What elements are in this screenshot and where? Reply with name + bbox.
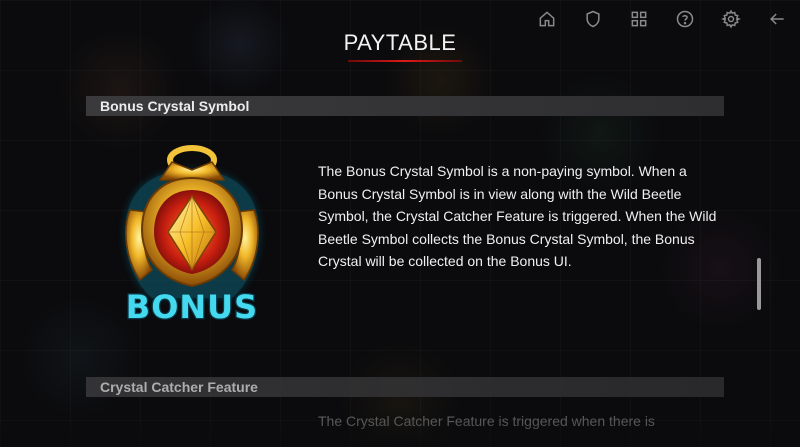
grid-icon[interactable] bbox=[624, 6, 654, 32]
shield-icon[interactable] bbox=[578, 6, 608, 32]
bonus-crystal-description: The Bonus Crystal Symbol is a non-paying… bbox=[318, 163, 717, 269]
top-toolbar bbox=[532, 6, 792, 32]
home-icon[interactable] bbox=[532, 6, 562, 32]
page-title: PAYTABLE bbox=[343, 30, 457, 55]
bonus-crystal-symbol-icon: BONUS bbox=[125, 145, 259, 327]
crystal-catcher-description: The Crystal Catcher Feature is triggered… bbox=[318, 413, 655, 429]
back-arrow-icon[interactable] bbox=[762, 6, 792, 32]
settings-icon[interactable] bbox=[716, 6, 746, 32]
title-underline bbox=[348, 60, 462, 62]
section-header-crystal-catcher: Crystal Catcher Feature bbox=[86, 377, 724, 397]
scrollbar-thumb[interactable] bbox=[757, 258, 761, 310]
section-header-bonus-crystal: Bonus Crystal Symbol bbox=[86, 96, 724, 116]
bonus-symbol-label: BONUS bbox=[126, 288, 258, 326]
help-icon[interactable] bbox=[670, 6, 700, 32]
